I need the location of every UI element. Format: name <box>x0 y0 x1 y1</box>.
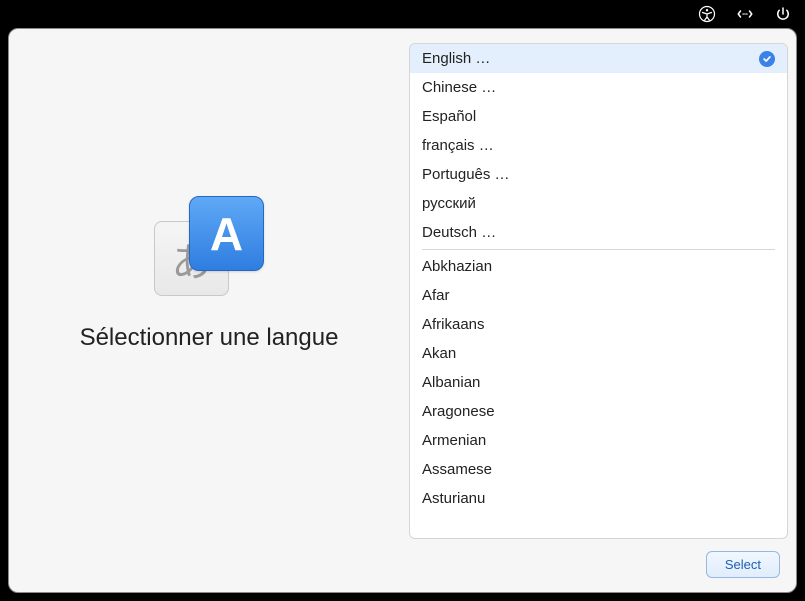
language-icon: あ A <box>154 196 264 296</box>
language-item[interactable]: français … <box>410 131 787 160</box>
language-item[interactable]: Afrikaans <box>410 310 787 339</box>
language-item-label: Afrikaans <box>422 316 485 333</box>
input-method-icon[interactable] <box>735 4 755 24</box>
language-item[interactable]: English … <box>410 44 787 73</box>
language-chooser-window: あ A Sélectionner une langue English … Chi… <box>8 28 797 593</box>
accessibility-icon[interactable] <box>697 4 717 24</box>
language-item[interactable]: Armenian <box>410 426 787 455</box>
check-icon <box>759 51 775 67</box>
language-item-label: Deutsch … <box>422 224 496 241</box>
language-item[interactable]: Abkhazian <box>410 252 787 281</box>
language-item-label: Asturianu <box>422 490 485 507</box>
power-icon[interactable] <box>773 4 793 24</box>
language-item[interactable]: Chinese … <box>410 73 787 102</box>
page-title: Sélectionner une langue <box>80 324 339 352</box>
language-item-label: Akan <box>422 345 456 362</box>
language-item-label: Aragonese <box>422 403 495 420</box>
language-item-label: Assamese <box>422 461 492 478</box>
language-item[interactable]: русский <box>410 189 787 218</box>
left-pane: あ A Sélectionner une langue <box>9 29 409 539</box>
language-item[interactable]: Assamese <box>410 455 787 484</box>
footer: Select <box>9 539 796 592</box>
language-item-label: Chinese … <box>422 79 496 96</box>
language-item-label: русский <box>422 195 476 212</box>
language-item-label: Abkhazian <box>422 258 492 275</box>
language-item[interactable]: Asturianu <box>410 484 787 513</box>
content-area: あ A Sélectionner une langue English … Chi… <box>9 29 796 539</box>
language-icon-front-glyph: A <box>189 196 264 271</box>
language-item[interactable]: Akan <box>410 339 787 368</box>
language-item-label: Afar <box>422 287 450 304</box>
language-item-label: Português … <box>422 166 510 183</box>
list-divider <box>422 249 775 250</box>
language-item[interactable]: Português … <box>410 160 787 189</box>
language-item[interactable]: Español <box>410 102 787 131</box>
language-item-label: Español <box>422 108 476 125</box>
language-listbox[interactable]: English … Chinese … Español français … Portu… <box>409 43 788 539</box>
language-item[interactable]: Albanian <box>410 368 787 397</box>
language-item-label: français … <box>422 137 494 154</box>
language-item-label: Albanian <box>422 374 480 391</box>
language-item-label: Armenian <box>422 432 486 449</box>
right-pane: English … Chinese … Español français … Portu… <box>409 29 796 539</box>
language-item[interactable]: Aragonese <box>410 397 787 426</box>
select-button[interactable]: Select <box>706 551 780 578</box>
language-item[interactable]: Afar <box>410 281 787 310</box>
menubar <box>0 0 805 28</box>
language-item-label: English … <box>422 50 490 67</box>
language-item[interactable]: Deutsch … <box>410 218 787 247</box>
